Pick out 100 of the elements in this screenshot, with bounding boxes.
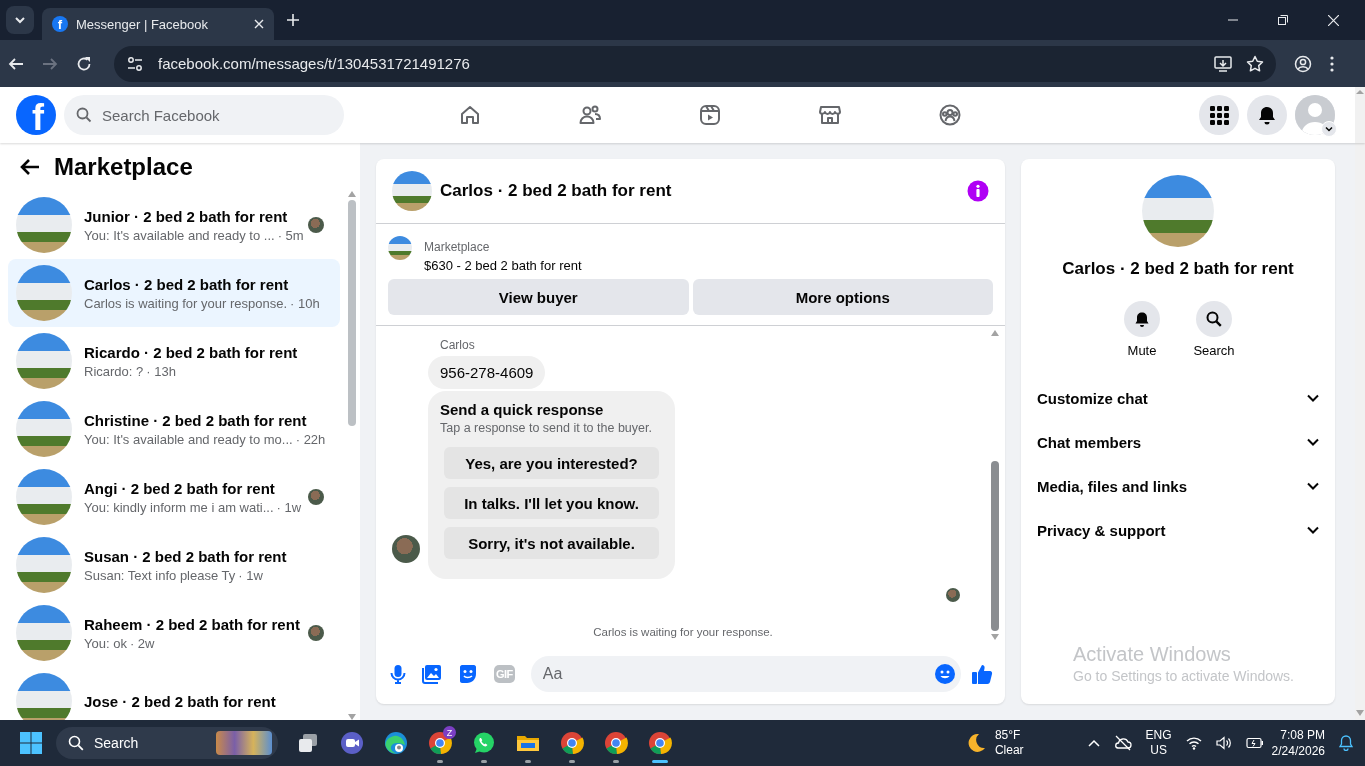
section-label: Customize chat bbox=[1037, 389, 1149, 407]
search-field[interactable]: Search Facebook bbox=[64, 95, 344, 135]
conversation-item[interactable]: Carlos · 2 bed 2 bath for rent Carlos is waiting for your response. · 10h bbox=[8, 259, 340, 327]
taskbar-search[interactable]: Search bbox=[56, 727, 278, 759]
conversation-name: Junior · 2 bed 2 bath for rent bbox=[84, 207, 289, 225]
back-arrow-icon[interactable] bbox=[20, 158, 40, 176]
list-scrollbar[interactable] bbox=[347, 191, 357, 720]
section-item[interactable]: Media, files and links bbox=[1029, 464, 1327, 508]
quick-response-button[interactable]: Yes, are you interested? bbox=[444, 447, 659, 479]
wifi-icon[interactable] bbox=[1185, 736, 1202, 750]
thumbs-up-icon[interactable] bbox=[971, 663, 993, 685]
bell-icon bbox=[1134, 311, 1150, 327]
message-time: · 22h bbox=[295, 431, 326, 447]
scroll-down-icon bbox=[991, 634, 999, 640]
back-icon[interactable] bbox=[8, 55, 24, 72]
emoji-icon[interactable] bbox=[935, 664, 955, 684]
microphone-icon[interactable] bbox=[390, 664, 406, 684]
message-preview: You: ok bbox=[84, 635, 127, 651]
reload-icon[interactable] bbox=[76, 55, 92, 72]
friends-icon[interactable] bbox=[578, 103, 602, 127]
apps-menu-button[interactable] bbox=[1199, 95, 1239, 135]
restore-icon[interactable] bbox=[1278, 14, 1288, 25]
notifications-button[interactable] bbox=[1247, 95, 1287, 135]
conversation-item[interactable]: Ricardo · 2 bed 2 bath for rent Ricardo: ? · 13h bbox=[8, 327, 340, 395]
new-tab-icon[interactable] bbox=[286, 13, 300, 27]
groups-icon[interactable] bbox=[938, 103, 962, 127]
photo-icon[interactable] bbox=[422, 664, 442, 684]
site-settings-icon[interactable] bbox=[126, 54, 144, 73]
search-icon bbox=[76, 107, 92, 123]
menu-icon[interactable] bbox=[1330, 55, 1334, 72]
listing-label: Marketplace bbox=[424, 240, 491, 254]
message-time: · 10h bbox=[290, 295, 320, 311]
install-icon[interactable] bbox=[1214, 54, 1232, 73]
notification-bell-icon[interactable] bbox=[1339, 735, 1353, 751]
close-icon[interactable] bbox=[254, 19, 264, 29]
conversation-title: Carlos · 2 bed 2 bath for rent bbox=[1062, 259, 1294, 279]
window-stack-icon bbox=[296, 731, 320, 755]
url-text: facebook.com/messages/t/1304531721491276 bbox=[158, 55, 471, 72]
taskbar-app[interactable]: Z bbox=[418, 720, 462, 766]
language-code[interactable]: ENG bbox=[1145, 728, 1172, 743]
profile-icon[interactable] bbox=[1294, 54, 1312, 73]
tab-title: Messenger | Facebook bbox=[76, 16, 209, 32]
clock-time[interactable]: 7:08 PM bbox=[1280, 727, 1325, 743]
listing-photo bbox=[16, 469, 72, 525]
scrollbar-thumb[interactable] bbox=[991, 461, 999, 631]
store-icon[interactable] bbox=[818, 103, 842, 127]
speaker-icon[interactable] bbox=[1215, 736, 1232, 750]
section-item[interactable]: Customize chat bbox=[1029, 376, 1327, 420]
message-field[interactable]: Aa bbox=[530, 656, 961, 692]
conversation-name: Susan · 2 bed 2 bath for rent bbox=[84, 547, 288, 565]
quick-response-button[interactable]: Sorry, it's not available. bbox=[444, 527, 659, 559]
address-bar[interactable]: facebook.com/messages/t/1304531721491276 bbox=[114, 45, 1276, 82]
facebook-logo[interactable]: f bbox=[16, 95, 56, 135]
star-icon[interactable] bbox=[1246, 54, 1264, 73]
sidebar-title: Marketplace bbox=[54, 153, 193, 181]
search-input[interactable]: Search Facebook bbox=[100, 105, 304, 125]
conversation-item[interactable]: Christine · 2 bed 2 bath for rent You: It's available and ready to mo... · 22h bbox=[8, 395, 340, 463]
chrome-icon bbox=[648, 731, 672, 755]
user-silhouette-icon bbox=[1295, 95, 1335, 135]
tab-list-button[interactable] bbox=[6, 6, 34, 34]
conversation-item[interactable]: Junior · 2 bed 2 bath for rent You: It's available and ready to ... · 5m bbox=[8, 191, 340, 259]
chevron-badge[interactable] bbox=[1321, 121, 1337, 137]
message-time: · 13h bbox=[146, 363, 176, 379]
listing-action-button[interactable]: More options bbox=[692, 279, 993, 315]
home-icon[interactable] bbox=[458, 103, 482, 127]
chat-scrollbar[interactable] bbox=[990, 330, 1000, 640]
app-badge: Z bbox=[443, 726, 456, 739]
region-code[interactable]: US bbox=[1150, 743, 1167, 758]
info-icon[interactable] bbox=[967, 180, 989, 202]
chevron-up-icon[interactable] bbox=[1087, 739, 1100, 747]
clock-date[interactable]: 2/24/2026 bbox=[1271, 743, 1325, 759]
scroll-up-icon bbox=[348, 191, 356, 197]
sender-name: Carlos bbox=[440, 338, 476, 352]
listing-photo bbox=[16, 605, 72, 661]
listing-photo bbox=[16, 333, 72, 389]
section-item[interactable]: Chat members bbox=[1029, 420, 1327, 464]
weather-condition: Clear bbox=[994, 743, 1024, 758]
battery-icon[interactable] bbox=[1245, 737, 1264, 749]
search-button[interactable] bbox=[1196, 301, 1232, 337]
listing-photo bbox=[16, 197, 72, 253]
mute-button[interactable] bbox=[1124, 301, 1160, 337]
conversation-item[interactable]: Susan · 2 bed 2 bath for rent Susan: Text info please Ty · 1w bbox=[8, 531, 340, 599]
bell-icon bbox=[1257, 105, 1277, 125]
message-input[interactable]: Aa bbox=[540, 664, 935, 684]
quick-response-button[interactable]: In talks. I'll let you know. bbox=[444, 487, 659, 519]
sticker-icon[interactable] bbox=[458, 664, 478, 684]
chat-status: Carlos is waiting for your response. bbox=[593, 626, 773, 638]
video-icon[interactable] bbox=[698, 103, 722, 127]
conversation-name: Christine · 2 bed 2 bath for rent bbox=[84, 411, 308, 429]
close-icon[interactable] bbox=[1328, 14, 1339, 26]
listing-action-button[interactable]: View buyer bbox=[388, 279, 689, 315]
page-scrollbar[interactable] bbox=[1355, 143, 1365, 720]
conversation-item[interactable]: Raheem · 2 bed 2 bath for rent You: ok · 2w bbox=[8, 599, 340, 667]
section-item[interactable]: Privacy & support bbox=[1029, 508, 1327, 552]
conversation-item[interactable]: Angi · 2 bed 2 bath for rent You: kindly inform me i am wati... · 1w bbox=[8, 463, 340, 531]
message-preview: You: It's available and ready to mo... bbox=[84, 431, 293, 447]
message-preview: Susan: Text info please Ty bbox=[84, 567, 236, 583]
cloud-off-icon[interactable] bbox=[1113, 735, 1132, 751]
scrollbar-thumb[interactable] bbox=[348, 200, 356, 426]
browser-tab[interactable]: f Messenger | Facebook bbox=[42, 8, 274, 40]
